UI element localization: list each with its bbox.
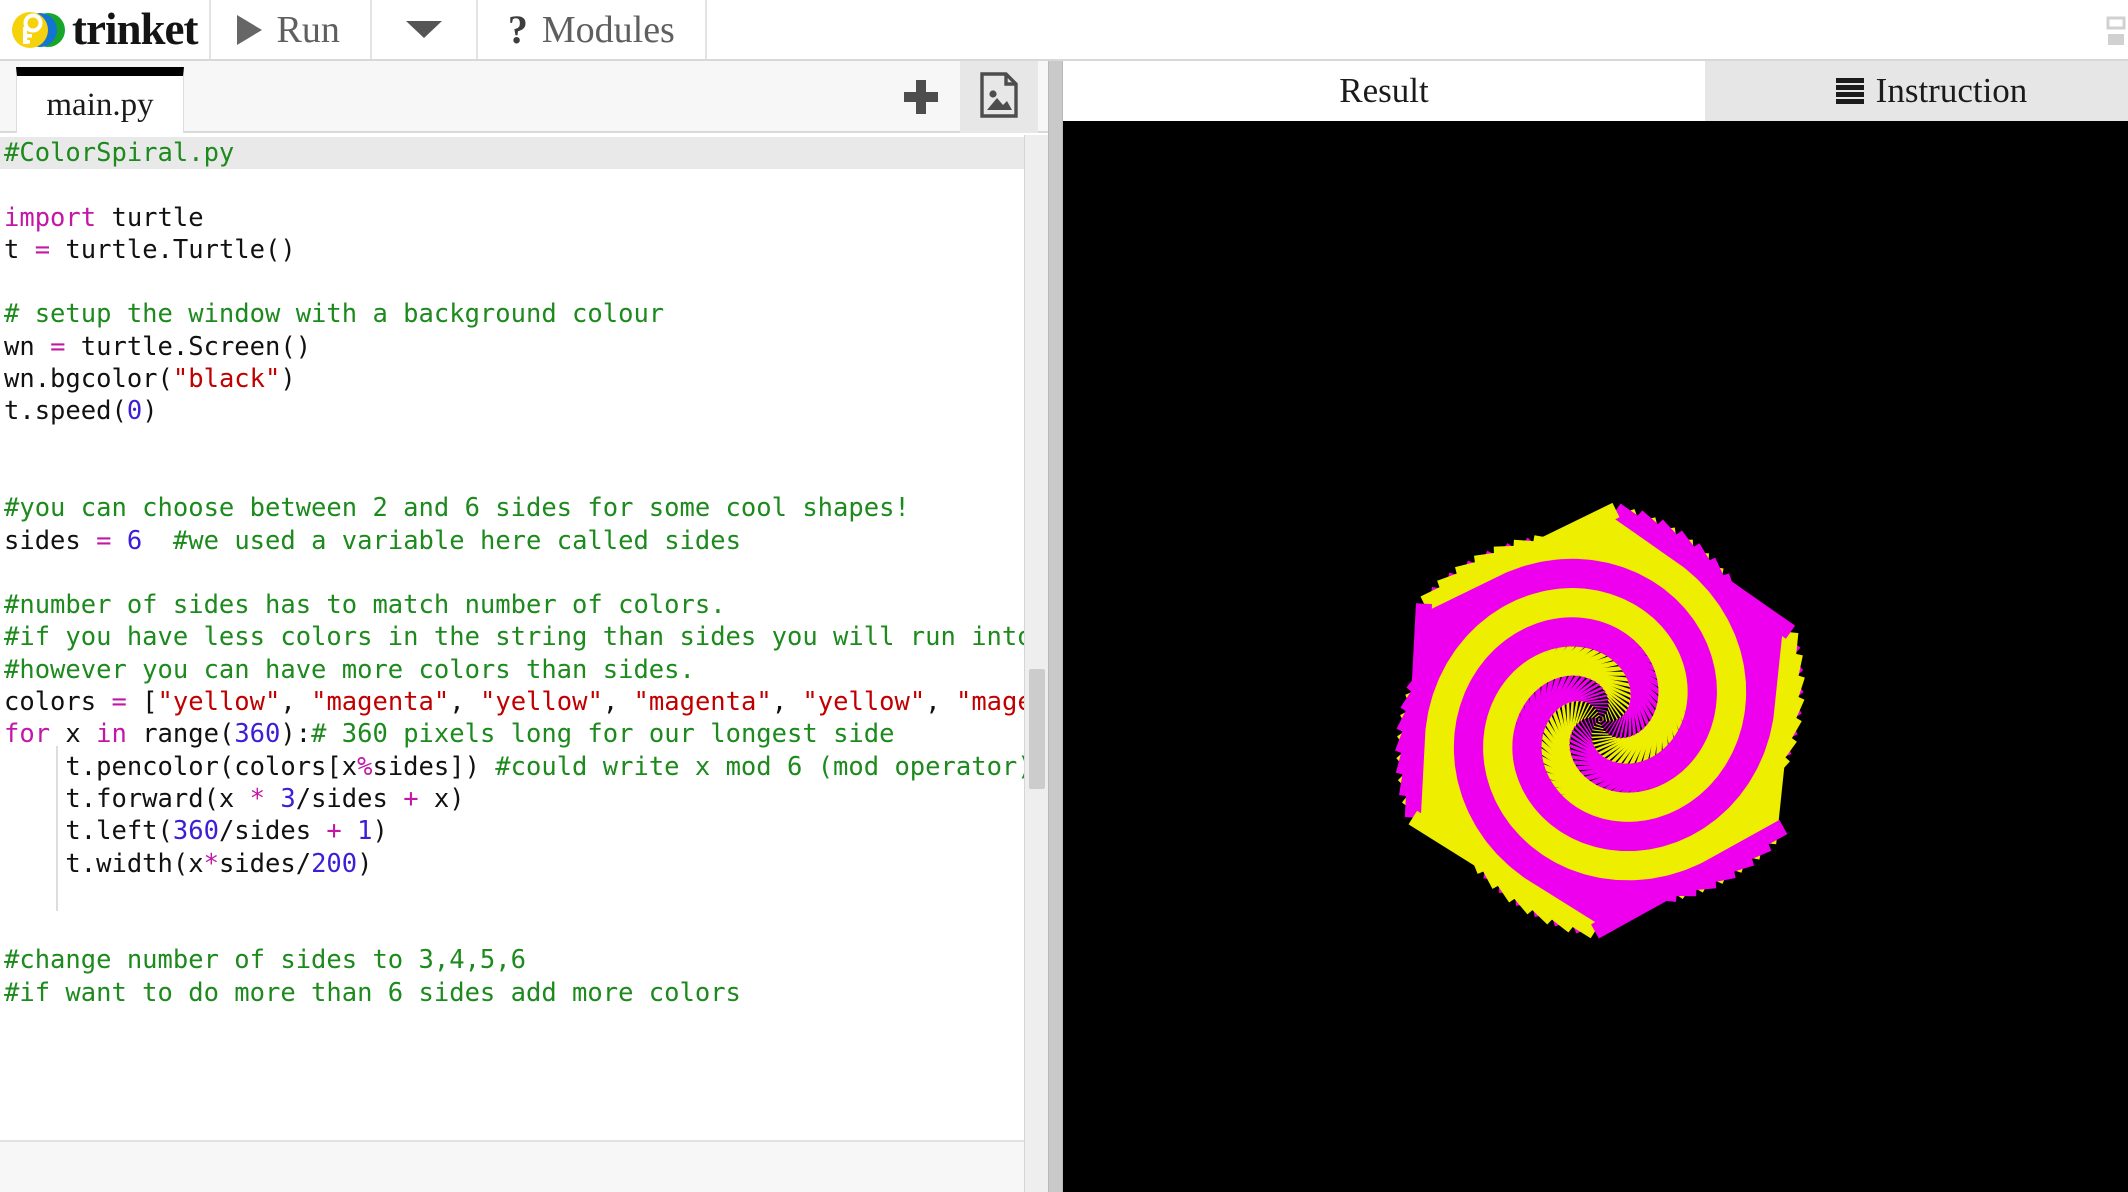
editor-tabstrip: main.py <box>0 61 1048 133</box>
code-line: t.speed(0) <box>0 395 1048 427</box>
list-icon <box>1836 78 1864 104</box>
code-line: sides = 6 #we used a variable here calle… <box>0 525 1048 557</box>
run-button[interactable]: Run <box>211 0 371 59</box>
image-file-icon <box>979 72 1019 123</box>
code-line: t.left(360/sides + 1) <box>0 815 1048 847</box>
code-line: t = turtle.Turtle() <box>0 234 1048 266</box>
code-line: #number of sides has to match number of … <box>0 589 1048 621</box>
tab-instruction-label: Instruction <box>1876 71 2028 111</box>
plus-icon <box>904 80 938 114</box>
code-line: wn = turtle.Screen() <box>0 331 1048 363</box>
modules-label: Modules <box>542 11 675 49</box>
editor-tab-main-py[interactable]: main.py <box>16 67 184 135</box>
tab-result[interactable]: Result <box>1063 61 1705 121</box>
code-line: #you can choose between 2 and 6 sides fo… <box>0 492 1048 524</box>
add-image-button[interactable] <box>960 61 1038 133</box>
code-line: t.width(x*sides/200) <box>0 848 1048 880</box>
result-pane: Result Instruction <box>1063 61 2128 1192</box>
trinket-app: trinket Run ? Modules main.py <box>0 0 2128 1192</box>
editor-horizontal-scrollbar[interactable] <box>0 1140 1024 1192</box>
pane-splitter[interactable] <box>1048 61 1063 1192</box>
brand-name: trinket <box>72 7 197 52</box>
code-line: #ColorSpiral.py <box>0 137 1048 169</box>
editor-vertical-scrollbar[interactable] <box>1024 135 1048 1192</box>
code-line: t.forward(x * 3/sides + x) <box>0 783 1048 815</box>
code-line: #if you have less colors in the string t… <box>0 621 1048 653</box>
code-line: # setup the window with a background col… <box>0 298 1048 330</box>
trinket-key-logo-icon <box>10 6 68 54</box>
code-line: wn.bgcolor("black") <box>0 363 1048 395</box>
editor-tab-actions <box>882 61 1038 133</box>
code-line <box>0 266 1048 298</box>
brand-logo-button[interactable]: trinket <box>0 0 211 59</box>
code-line: #change number of sides to 3,4,5,6 <box>0 944 1048 976</box>
chevron-down-icon <box>406 21 442 38</box>
code-text[interactable]: #ColorSpiral.py import turtlet = turtle.… <box>0 133 1048 1009</box>
code-line <box>0 460 1048 492</box>
toolbar-spacer <box>707 0 2128 59</box>
code-line: import turtle <box>0 202 1048 234</box>
top-toolbar: trinket Run ? Modules <box>0 0 2128 61</box>
code-line: colors = ["yellow", "magenta", "yellow",… <box>0 686 1048 718</box>
code-line <box>0 880 1048 912</box>
code-line <box>0 557 1048 589</box>
color-spiral-drawing <box>1063 121 2128 1192</box>
tab-result-label: Result <box>1339 71 1428 111</box>
code-line <box>0 428 1048 460</box>
code-line: for x in range(360):# 360 pixels long fo… <box>0 718 1048 750</box>
code-line: t.pencolor(colors[x%sides]) #could write… <box>0 751 1048 783</box>
modules-button[interactable]: ? Modules <box>478 0 707 59</box>
editor-tab-label: main.py <box>46 87 153 124</box>
editor-vertical-scroll-thumb[interactable] <box>1029 669 1045 789</box>
result-tabstrip: Result Instruction <box>1063 61 2128 121</box>
run-dropdown-button[interactable] <box>372 0 478 59</box>
add-file-button[interactable] <box>882 61 960 133</box>
indent-guide <box>56 746 58 911</box>
code-scroll-area[interactable]: #ColorSpiral.py import turtlet = turtle.… <box>0 133 1048 1192</box>
tab-instruction[interactable]: Instruction <box>1705 61 2128 121</box>
run-label: Run <box>276 11 339 49</box>
code-line: #however you can have more colors than s… <box>0 654 1048 686</box>
code-line: #if want to do more than 6 sides add mor… <box>0 977 1048 1009</box>
play-triangle-icon <box>237 15 262 45</box>
turtle-canvas[interactable] <box>1063 121 2128 1192</box>
clipped-corner-icon[interactable] <box>2106 14 2128 48</box>
question-mark-icon: ? <box>508 10 528 50</box>
code-line <box>0 912 1048 944</box>
code-line <box>0 169 1048 201</box>
code-editor-pane: main.py <box>0 61 1048 1192</box>
